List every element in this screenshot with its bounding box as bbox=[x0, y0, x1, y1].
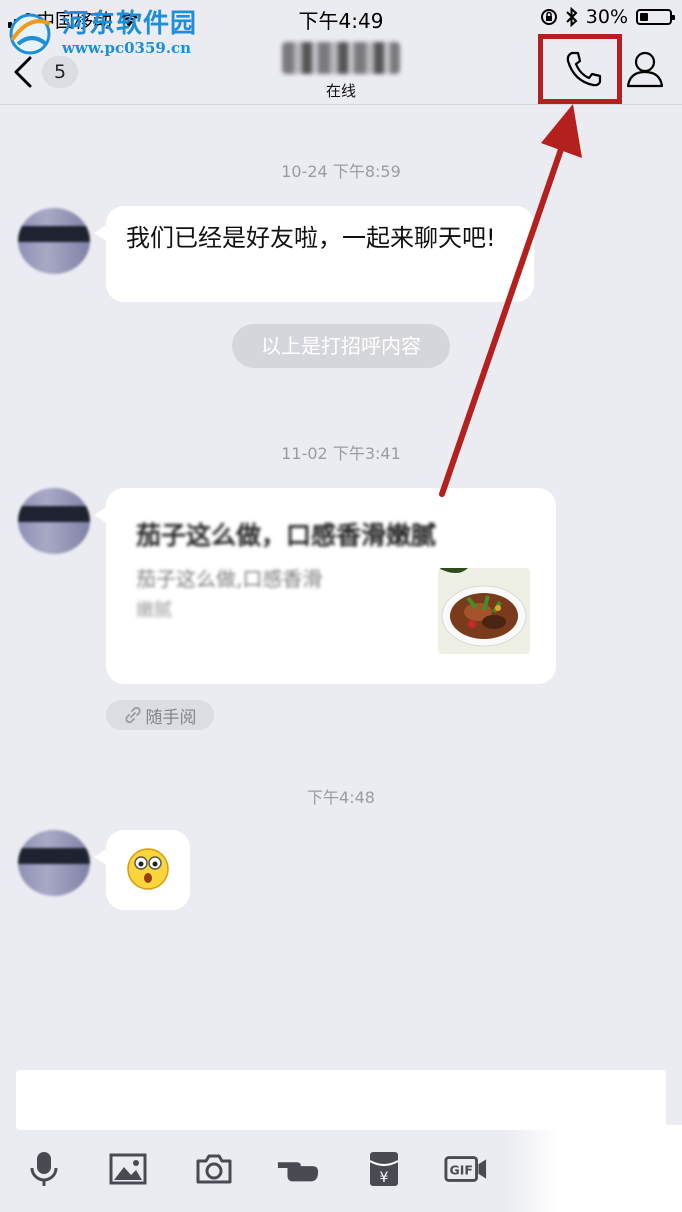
link-card-bubble[interactable]: 茄子这么做，口感香滑嫩腻 茄子这么做,口感香滑 嫩腻 bbox=[94, 488, 556, 684]
watermark-title: 河东软件园 bbox=[62, 8, 198, 39]
contact-avatar[interactable] bbox=[18, 830, 90, 896]
battery-icon bbox=[636, 9, 675, 25]
battery-fill bbox=[640, 13, 649, 21]
link-card-description-2: 嫩腻 bbox=[136, 600, 172, 621]
red-packet-button[interactable]: ¥ bbox=[362, 1149, 406, 1189]
contact-avatar[interactable] bbox=[18, 488, 90, 554]
pointing-hand-icon bbox=[277, 1162, 319, 1182]
camera-button[interactable] bbox=[192, 1149, 236, 1189]
link-card-thumbnail bbox=[438, 568, 530, 654]
battery-percent: 30% bbox=[585, 6, 628, 28]
timestamp-2: 11-02 下午3:41 bbox=[281, 444, 401, 463]
camera-icon bbox=[196, 1154, 232, 1184]
timestamp-1: 10-24 下午8:59 bbox=[281, 162, 401, 181]
input-toolbar: ¥ GIF bbox=[0, 1135, 682, 1205]
contact-avatar[interactable] bbox=[18, 208, 90, 274]
source-chip[interactable]: 随手阅 bbox=[106, 700, 214, 730]
voice-button[interactable] bbox=[22, 1149, 66, 1189]
bluetooth-icon bbox=[566, 7, 578, 27]
image-icon bbox=[109, 1153, 147, 1185]
svg-text:¥: ¥ bbox=[380, 1170, 389, 1186]
surprised-emoji-icon bbox=[127, 848, 169, 890]
greeting-notice: 以上是打招呼内容 bbox=[232, 324, 450, 368]
status-right: 30% bbox=[540, 6, 675, 28]
gif-icon: GIF bbox=[444, 1156, 487, 1182]
message-input[interactable] bbox=[16, 1070, 666, 1130]
rotation-lock-icon bbox=[540, 9, 557, 25]
gif-button[interactable]: GIF bbox=[444, 1149, 488, 1189]
link-card-title: 茄子这么做，口感香滑嫩腻 bbox=[136, 521, 437, 550]
image-button[interactable] bbox=[106, 1149, 150, 1189]
message-text: 我们已经是好友啦，一起来聊天吧! bbox=[126, 224, 496, 252]
microphone-icon bbox=[30, 1152, 58, 1186]
source-label: 随手阅 bbox=[145, 707, 197, 728]
contact-name-blurred bbox=[282, 42, 400, 74]
link-icon bbox=[124, 706, 141, 724]
timestamp-3: 下午4:48 bbox=[307, 788, 375, 807]
link-card-description: 茄子这么做,口感香滑 bbox=[136, 567, 323, 591]
chat-navbar: 5 在线 bbox=[0, 34, 682, 105]
phone-call-icon[interactable] bbox=[562, 48, 604, 90]
red-packet-icon: ¥ bbox=[369, 1152, 399, 1186]
profile-icon[interactable] bbox=[624, 48, 666, 90]
emoji-bubble[interactable] bbox=[94, 830, 190, 910]
message-bubble-greeting[interactable]: 我们已经是好友啦，一起来聊天吧! bbox=[94, 206, 534, 302]
poke-button[interactable] bbox=[276, 1149, 320, 1189]
svg-text:GIF: GIF bbox=[450, 1163, 473, 1178]
